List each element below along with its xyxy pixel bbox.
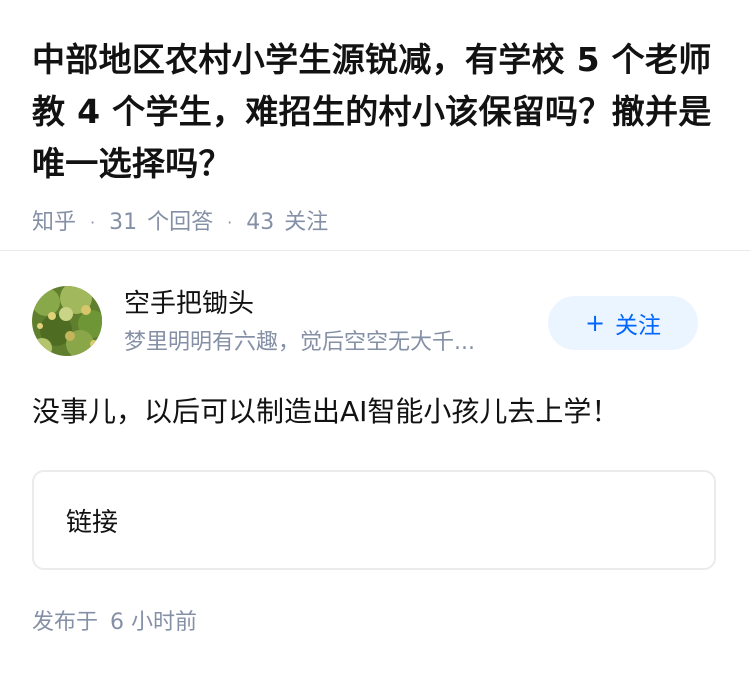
section-divider [0,250,750,251]
published-time-value: 6 小时前 [110,610,198,635]
question-header: 中部地区农村小学生源锐减，有学校 5 个老师教 4 个学生，难招生的村小该保留吗… [32,34,722,238]
follow-button[interactable]: + 关注 [548,296,698,350]
question-title[interactable]: 中部地区农村小学生源锐减，有学校 5 个老师教 4 个学生，难招生的村小该保留吗… [32,34,722,190]
follows-label: 关注 [284,210,329,235]
author-row: 空手把锄头 梦里明明有六趣，觉后空空无大千... + 关注 [32,284,718,360]
published-label: 发布于 [32,610,99,635]
link-card[interactable]: 链接 [32,470,716,570]
link-card-label: 链接 [66,507,119,538]
question-meta: 知乎 · 31 个回答 · 43 关注 [32,208,722,238]
avatar[interactable] [32,286,102,356]
follows-count: 43 [246,210,275,235]
source-label[interactable]: 知乎 [32,208,76,238]
separator-dot: · [227,213,233,232]
separator-dot: · [90,213,96,232]
publish-time: 发布于 6 小时前 [32,608,197,638]
avatar-image-icon [32,286,102,356]
plus-icon: + [584,309,606,337]
author-bio: 梦里明明有六趣，觉后空空无大千... [124,330,475,355]
author-name[interactable]: 空手把锄头 [124,286,254,322]
answers-label: 个回答 [147,210,214,235]
follow-button-label: 关注 [615,313,662,339]
answer-content: 没事儿，以后可以制造出AI智能小孩儿去上学！ [32,395,620,428]
answers-count: 31 [109,210,138,235]
